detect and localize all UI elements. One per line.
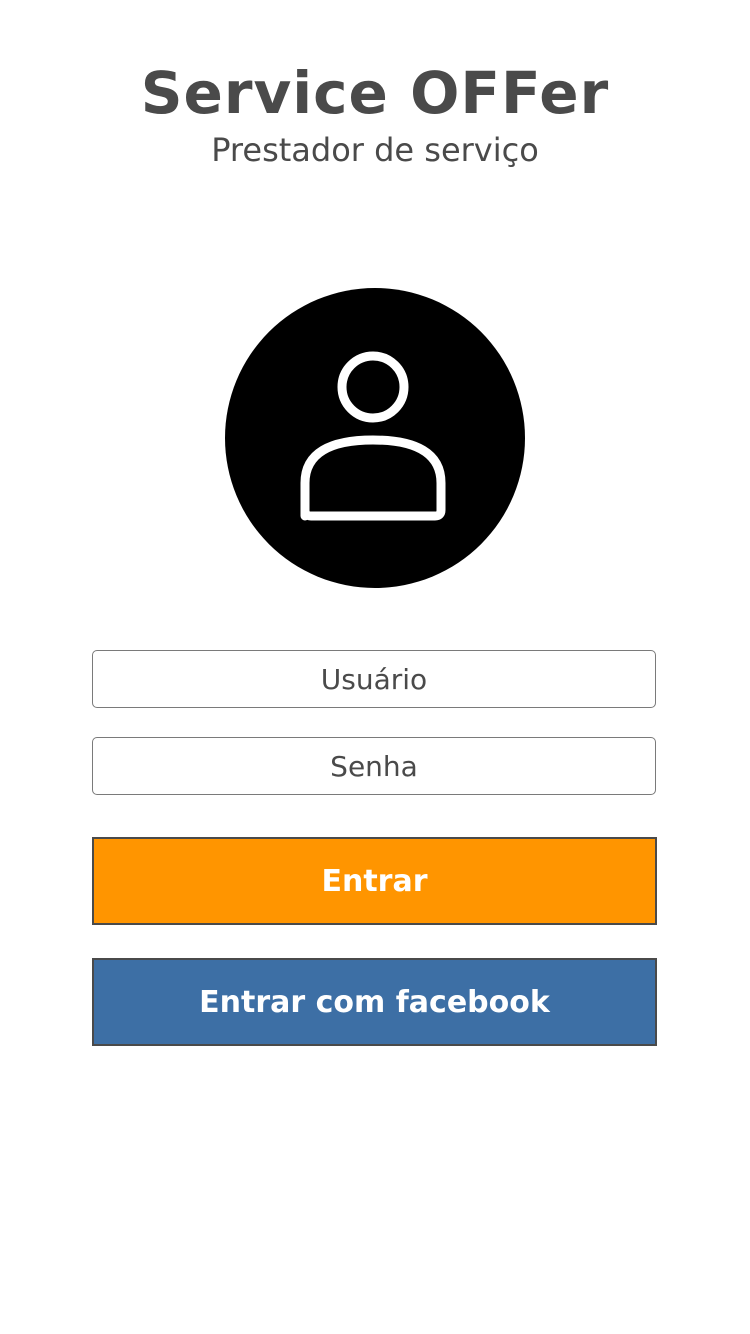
login-button[interactable]: Entrar [92,837,657,925]
password-input[interactable] [93,738,655,794]
header: Service OFFer Prestador de serviço [0,56,750,170]
app-title: Service OFFer [140,59,610,127]
login-button-label: Entrar [321,863,428,899]
password-field[interactable] [92,737,656,795]
avatar [225,288,525,588]
username-input[interactable] [93,651,655,707]
facebook-login-button[interactable]: Entrar com facebook [92,958,657,1046]
app-subtitle: Prestador de serviço [211,131,539,169]
user-icon [300,351,446,521]
facebook-login-button-label: Entrar com facebook [199,984,550,1020]
username-field[interactable] [92,650,656,708]
